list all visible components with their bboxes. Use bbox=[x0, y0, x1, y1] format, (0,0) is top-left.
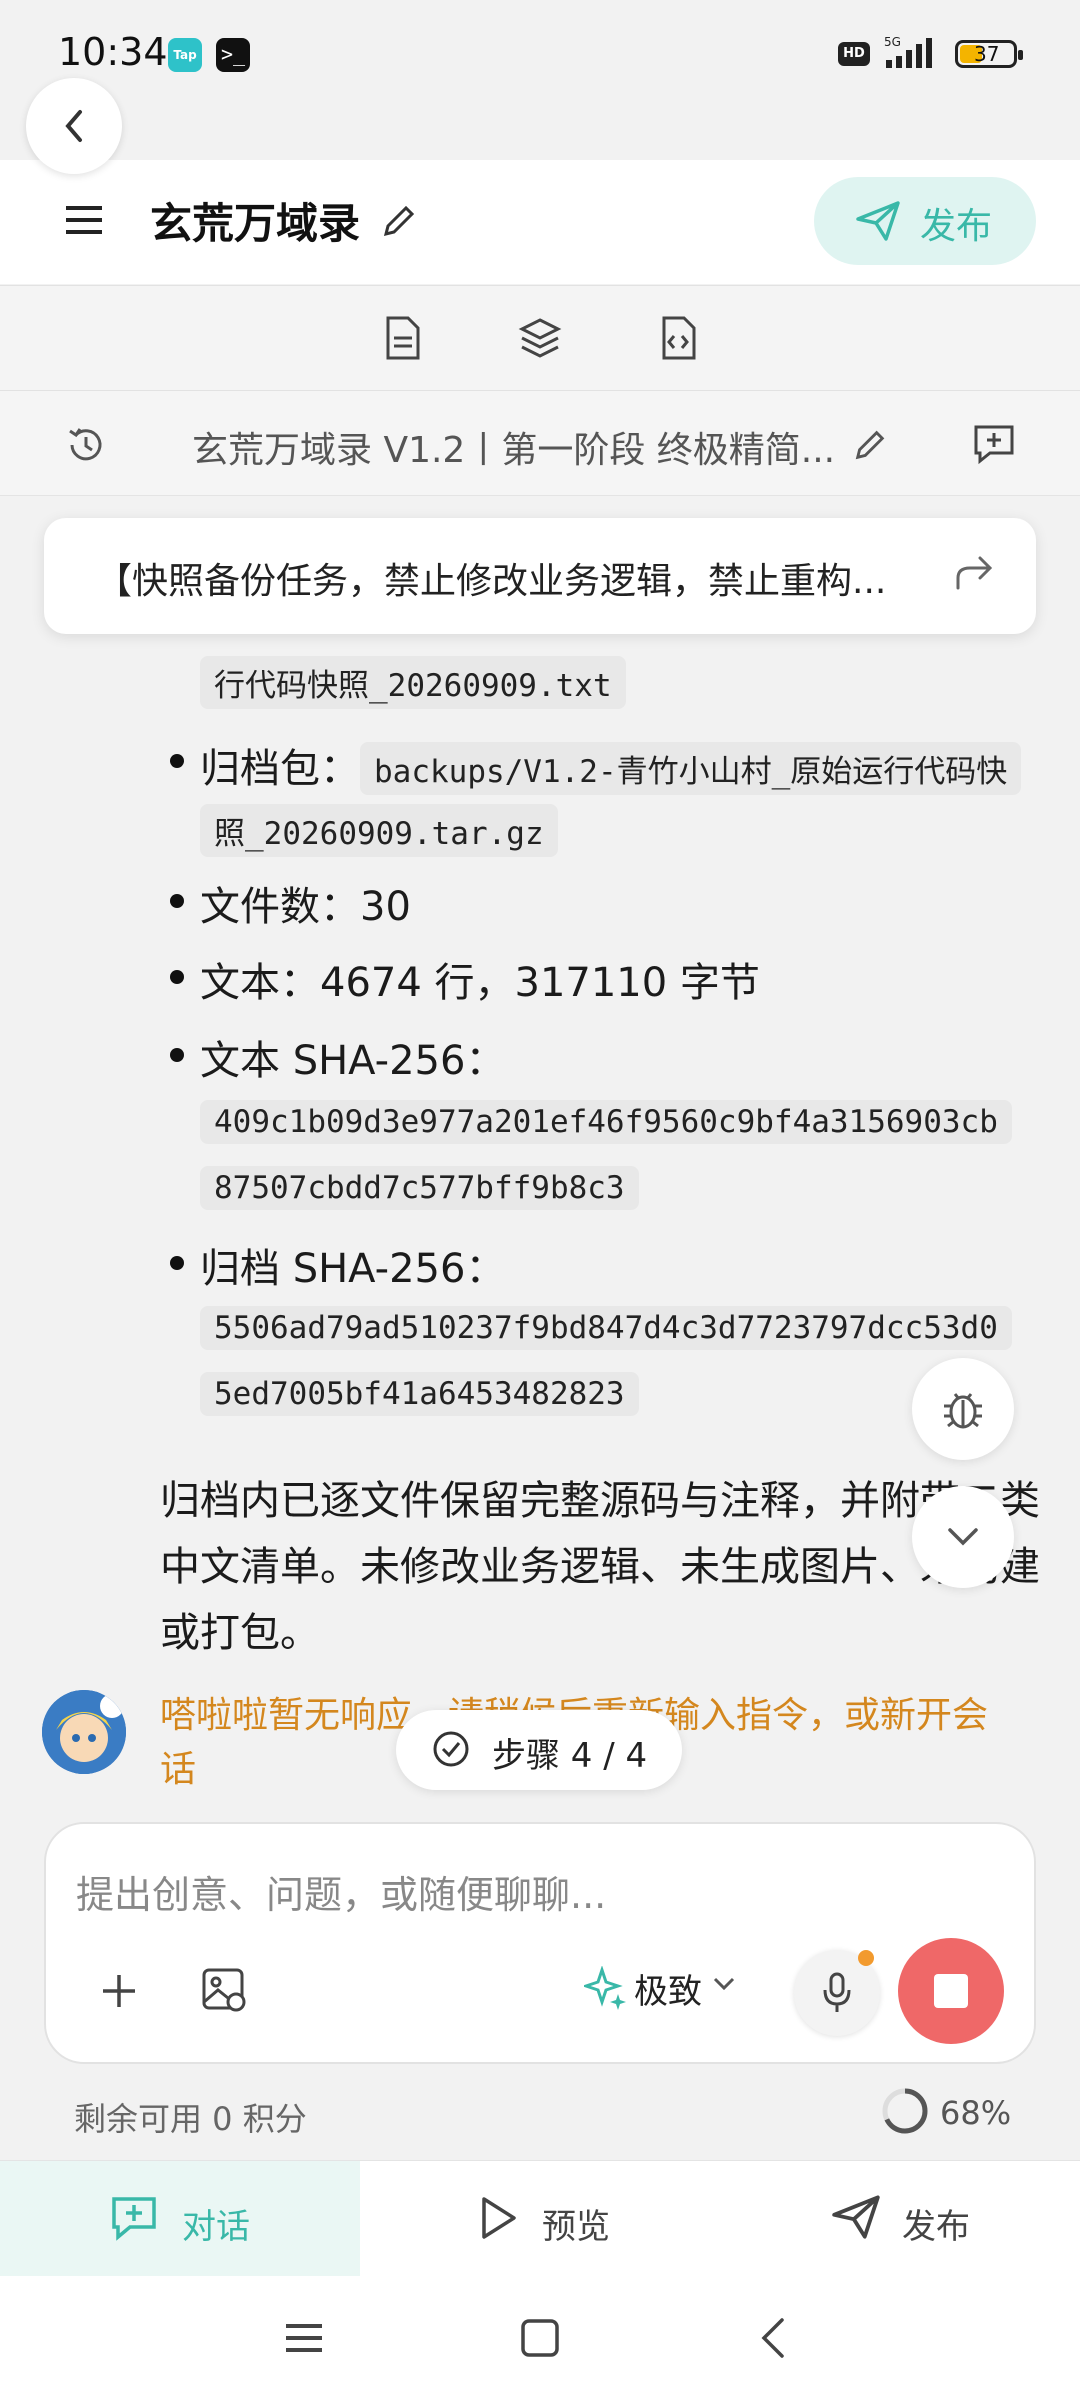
chevron-down-icon[interactable] bbox=[712, 1976, 736, 1992]
list-item: 归档包： backups/V1.2-青竹小山村_原始运行代码快 bbox=[200, 736, 1022, 795]
microphone-icon bbox=[823, 1972, 851, 2012]
message-input[interactable]: 提出创意、问题，或随便聊聊... bbox=[76, 1864, 606, 1919]
project-title: 玄荒万域录 bbox=[150, 199, 361, 248]
terminal-app-icon: >_ bbox=[216, 38, 250, 72]
document-icon[interactable] bbox=[382, 316, 422, 360]
mode-selector[interactable]: 极致 bbox=[634, 1964, 702, 2013]
menu-icon[interactable] bbox=[64, 202, 104, 238]
list-item-cont: 409c1b09d3e977a201ef46f9560c9bf4a3156903… bbox=[200, 1100, 1012, 1144]
hash-value: 5506ad79ad510237f9bd847d4c3d7723797dcc53… bbox=[200, 1306, 1012, 1350]
scroll-down-button[interactable] bbox=[912, 1486, 1014, 1588]
hash-value: 5ed7005bf41a6453482823 bbox=[200, 1372, 639, 1416]
image-settings-icon[interactable] bbox=[200, 1966, 248, 2014]
back-button[interactable] bbox=[26, 78, 122, 174]
add-icon[interactable] bbox=[100, 1972, 138, 2010]
nav-chat[interactable]: 对话 bbox=[0, 2161, 360, 2277]
battery-icon: 37 bbox=[955, 40, 1023, 68]
view-toolbar bbox=[0, 285, 1080, 391]
chat-composer: 提出创意、问题，或随便聊聊... 极致 bbox=[44, 1822, 1036, 2064]
summary-line: 归档内已逐文件保留完整源码与注释，并附带二类 bbox=[160, 1478, 1040, 1524]
back-nav-icon[interactable] bbox=[758, 2316, 788, 2360]
list-item: 行代码快照_20260909.txt bbox=[200, 656, 626, 709]
send-icon bbox=[856, 201, 900, 241]
task-banner-text: 【快照备份任务，禁止修改业务逻辑，禁止重构... bbox=[96, 561, 887, 602]
progress-label: 68% bbox=[940, 2094, 1012, 2132]
bullet bbox=[170, 970, 184, 984]
home-icon[interactable] bbox=[520, 2318, 560, 2358]
edit-version-icon[interactable] bbox=[852, 427, 888, 463]
share-arrow-icon[interactable] bbox=[954, 556, 994, 592]
publish-button[interactable]: 发布 bbox=[814, 177, 1036, 265]
code-snippet: backups/V1.2-青竹小山村_原始运行代码快 bbox=[360, 742, 1022, 795]
play-icon bbox=[482, 2197, 516, 2239]
summary-line: 或打包。 bbox=[160, 1610, 320, 1656]
progress-ring bbox=[882, 2088, 928, 2134]
bullet bbox=[170, 1048, 184, 1062]
bullet bbox=[170, 894, 184, 908]
bullet bbox=[170, 1256, 184, 1270]
debug-button[interactable] bbox=[912, 1358, 1014, 1460]
code-file-icon[interactable] bbox=[658, 316, 698, 360]
chevron-down-icon bbox=[948, 1528, 978, 1546]
list-label: 文本 SHA-256： bbox=[200, 1038, 506, 1084]
network-type: 5G bbox=[884, 35, 901, 49]
version-title[interactable]: 玄荒万域录 V1.2丨第一阶段 终极精简... bbox=[192, 421, 835, 473]
warning-line: 话 bbox=[160, 1749, 197, 1790]
bullet bbox=[170, 754, 184, 768]
signal-icon: 5G bbox=[884, 35, 932, 68]
list-item: 文本：4674 行，317110 字节 bbox=[200, 960, 760, 1006]
nav-preview-label: 预览 bbox=[542, 2207, 610, 2247]
stop-button[interactable] bbox=[898, 1938, 1004, 2044]
new-chat-icon[interactable] bbox=[972, 423, 1016, 465]
list-item-cont: 87507cbdd7c577bff9b8c3 bbox=[200, 1166, 639, 1210]
layers-icon[interactable] bbox=[518, 316, 562, 360]
bug-icon bbox=[944, 1393, 982, 1429]
nav-publish[interactable]: 发布 bbox=[720, 2161, 1080, 2277]
app-header: 玄荒万域录 发布 bbox=[0, 160, 1080, 284]
tap-app-icon: Tap bbox=[168, 38, 202, 72]
bottom-nav: 对话 预览 发布 bbox=[0, 2160, 1080, 2277]
stop-icon bbox=[934, 1974, 968, 2008]
list-label: 归档包： bbox=[200, 746, 360, 792]
status-time: 10:34 bbox=[58, 30, 168, 74]
assistant-avatar bbox=[42, 1690, 126, 1774]
list-item-cont: 5ed7005bf41a6453482823 bbox=[200, 1372, 639, 1416]
hd-icon: HD bbox=[838, 42, 870, 66]
send-icon bbox=[832, 2195, 880, 2239]
nav-publish-label: 发布 bbox=[902, 2207, 970, 2247]
publish-label: 发布 bbox=[920, 206, 993, 247]
list-item-cont: 5506ad79ad510237f9bd847d4c3d7723797dcc53… bbox=[200, 1306, 1012, 1350]
nav-preview[interactable]: 预览 bbox=[360, 2161, 720, 2277]
chevron-left-icon bbox=[65, 110, 82, 142]
list-item-cont: 照_20260909.tar.gz bbox=[200, 804, 558, 857]
step-label: 步骤 4 / 4 bbox=[492, 1736, 648, 1776]
sparkle-icon bbox=[584, 1966, 626, 2010]
check-circle-icon bbox=[433, 1731, 469, 1767]
status-bar: 10:34 Tap >_ HD 5G 37 bbox=[0, 0, 1080, 110]
history-icon[interactable] bbox=[66, 425, 106, 465]
edit-title-icon[interactable] bbox=[380, 202, 418, 240]
code-snippet: 照_20260909.tar.gz bbox=[200, 804, 558, 857]
chat-plus-icon bbox=[112, 2197, 156, 2241]
battery-level: 37 bbox=[974, 42, 1000, 66]
list-item: 文件数：30 bbox=[200, 884, 411, 930]
nav-chat-label: 对话 bbox=[182, 2207, 250, 2247]
system-nav-bar bbox=[0, 2276, 1080, 2401]
hash-value: 409c1b09d3e977a201ef46f9560c9bf4a3156903… bbox=[200, 1100, 1012, 1144]
version-bar: 玄荒万域录 V1.2丨第一阶段 终极精简... bbox=[0, 391, 1080, 496]
code-snippet: 行代码快照_20260909.txt bbox=[200, 656, 626, 709]
task-banner[interactable]: 【快照备份任务，禁止修改业务逻辑，禁止重构... bbox=[44, 518, 1036, 634]
notification-dot bbox=[858, 1950, 874, 1966]
recent-apps-icon[interactable] bbox=[284, 2320, 324, 2356]
list-label: 归档 SHA-256： bbox=[200, 1246, 506, 1292]
step-indicator[interactable]: 步骤 4 / 4 bbox=[396, 1710, 682, 1790]
summary-line: 中文清单。未修改业务逻辑、未生成图片、未构建 bbox=[160, 1544, 1040, 1590]
credits-text: 剩余可用 0 积分 bbox=[74, 2100, 307, 2138]
hash-value: 87507cbdd7c577bff9b8c3 bbox=[200, 1166, 639, 1210]
